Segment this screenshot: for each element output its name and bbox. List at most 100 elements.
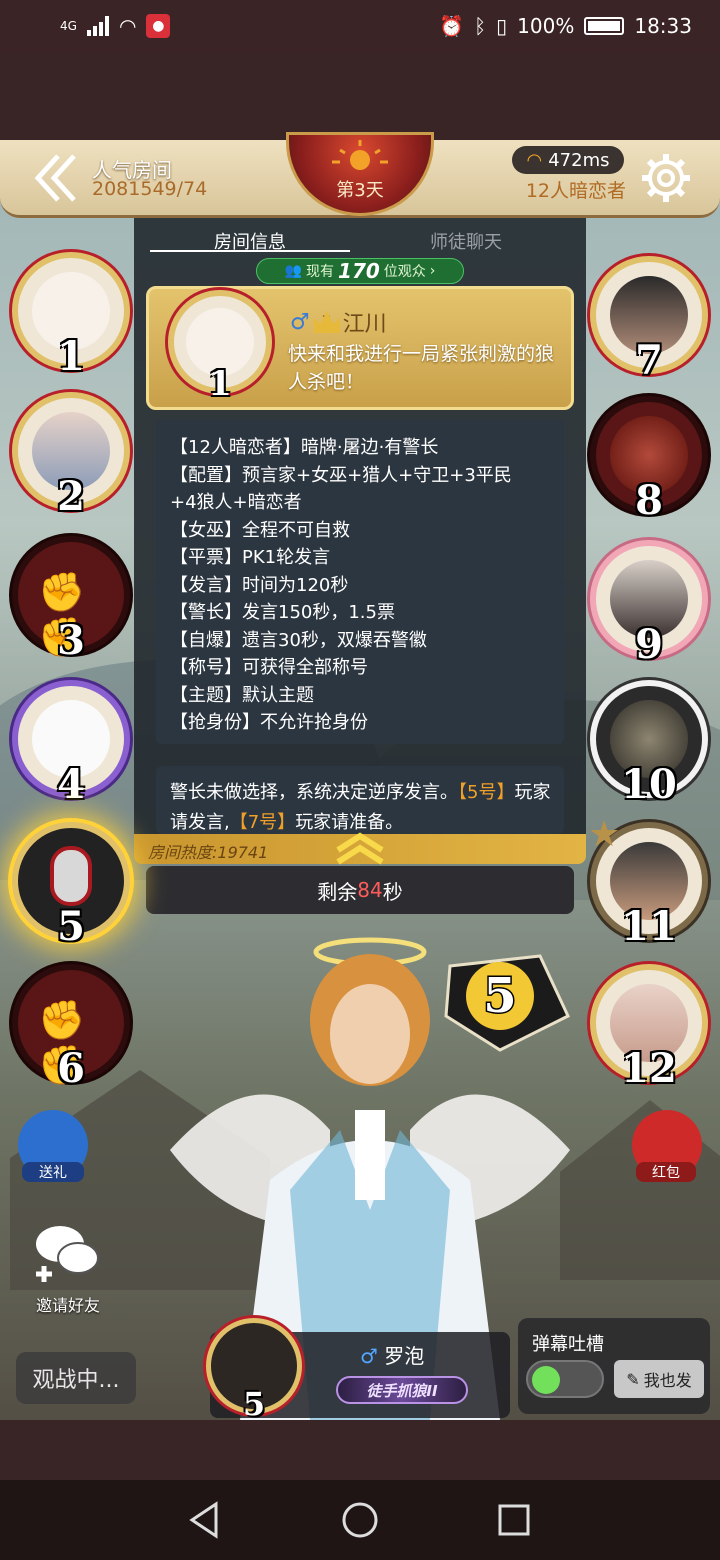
top-band <box>0 54 720 140</box>
rule-line: 【抢身份】不允许抢身份 <box>170 712 368 733</box>
seat-1[interactable]: 1 <box>12 252 130 380</box>
host-name-row: ♂ 7 江川 <box>290 306 387 338</box>
room-heat: 房间热度:19741 <box>148 843 269 862</box>
battery-icon <box>584 17 625 35</box>
seat-number: 4 <box>57 761 85 808</box>
current-speaker-avatar[interactable]: 5 <box>206 1318 302 1423</box>
barrage-send-label: 我也发 <box>643 1371 692 1390</box>
seat-11[interactable]: ★ 11 <box>588 814 708 950</box>
mic-recording-icon: ● <box>146 14 171 38</box>
seat-2[interactable]: 2 <box>12 392 130 520</box>
countdown-timer: 剩余 84 秒 <box>146 866 574 914</box>
tab-mentor-chat[interactable]: 师徒聊天 <box>430 228 502 254</box>
seat-9[interactable]: 9 <box>590 540 708 668</box>
wifi-icon: ◠ <box>526 149 543 171</box>
timer-prefix: 剩余 <box>317 879 358 904</box>
crown-icon <box>313 311 340 333</box>
home-nav-icon[interactable] <box>340 1500 380 1540</box>
rule-line: 【称号】可获得全部称号 <box>170 657 368 678</box>
spectating-button[interactable]: 观战中... <box>16 1352 136 1404</box>
rule-line: 【自爆】遗言30秒，双爆吞警徽 <box>170 629 427 651</box>
microphone-icon <box>50 846 92 906</box>
host-message: 快来和我进行一局紧张刺激的狼人杀吧！ <box>288 343 555 393</box>
rule-line: 【平票】PK1轮发言 <box>170 547 331 568</box>
seat-number: 12 <box>621 1045 677 1092</box>
host-seat-number: 1 <box>208 364 232 404</box>
player-title-badge: 徒手抓狼II <box>336 1376 468 1404</box>
notice-highlight: 【5号】 <box>458 782 515 803</box>
chevron-right-icon: › <box>429 263 436 279</box>
bottom-band <box>0 1420 720 1480</box>
seat-10[interactable]: 10 <box>590 680 708 808</box>
role-badge: 5 <box>444 954 570 1052</box>
male-icon: ♂ <box>360 1344 378 1368</box>
seat-6[interactable]: ✊✊ 6 <box>12 964 130 1092</box>
role-badge-number: 5 <box>483 968 516 1024</box>
barrage-send-button[interactable]: ✎ 我也发 <box>614 1360 704 1398</box>
people-icon: 👥 <box>284 263 303 279</box>
rule-line: 【发言】时间为120秒 <box>170 574 349 596</box>
gear-icon[interactable] <box>638 150 694 206</box>
seat-number: 3 <box>57 617 85 664</box>
male-icon: ♂ <box>290 309 310 335</box>
viewer-number: 170 <box>338 259 380 283</box>
host-name: 江川 <box>342 312 387 337</box>
seat-8[interactable]: 8 <box>590 396 708 524</box>
rule-line: 【警长】发言150秒，1.5票 <box>170 602 395 623</box>
gift-label[interactable]: 送礼 <box>22 1162 84 1182</box>
speaker-name: 罗泡 <box>384 1344 425 1368</box>
seat-number: 1 <box>57 333 85 380</box>
day-label: 第3天 <box>336 180 384 201</box>
current-speaker-name: ♂ 罗泡 <box>360 1340 424 1369</box>
back-nav-icon[interactable] <box>186 1500 226 1540</box>
viewer-count[interactable]: 👥 现有 170 位观众 › <box>256 258 464 284</box>
notice-text: 玩家请准备。 <box>295 812 404 833</box>
sun-icon <box>332 140 388 170</box>
chevron-up-icon[interactable] <box>334 832 386 866</box>
seat-number: 9 <box>635 621 663 668</box>
seat-7[interactable]: 7 <box>590 256 708 384</box>
seat-number: 5 <box>57 903 85 950</box>
host-avatar: 1 <box>168 290 272 404</box>
recents-nav-icon[interactable] <box>494 1500 534 1540</box>
ping-indicator: ◠ 472ms <box>512 146 624 174</box>
status-bar: 4G ◠ ● ⏰ ᛒ ▯ 100% 18:33 <box>0 0 720 54</box>
wechat-invite-icon[interactable] <box>34 1222 100 1284</box>
ping-value: 472ms <box>548 149 610 171</box>
rules-box: 【12人暗恋者】暗牌·屠边·有警长 【配置】预言家+女巫+猎人+守卫+3平民 +… <box>156 420 564 744</box>
barrage-title: 弹幕吐槽 <box>532 1334 604 1355</box>
tab-underline <box>150 250 350 252</box>
rule-line: 【配置】预言家+女巫+猎人+守卫+3平民 <box>170 464 512 486</box>
seat-number: 8 <box>635 477 663 524</box>
back-icon[interactable] <box>30 150 80 206</box>
alarm-icon: ⏰ <box>439 14 465 38</box>
seat-5[interactable]: 5 <box>12 822 130 950</box>
battery-percent: 100% <box>517 14 575 38</box>
barrage-toggle[interactable] <box>526 1360 604 1398</box>
room-id: 2081549/74 <box>92 178 208 200</box>
notice-text: 警长未做选择，系统决定逆序发言。 <box>170 782 458 803</box>
rule-line: 【女巫】全程不可自救 <box>170 519 350 541</box>
rule-line: 【主题】默认主题 <box>170 684 314 706</box>
red-packet-label[interactable]: 红包 <box>636 1162 696 1182</box>
viewer-prefix: 现有 <box>306 264 335 280</box>
timer-seconds: 84 <box>357 878 383 902</box>
notice-highlight: 【7号】 <box>229 812 296 833</box>
network-type: 4G <box>60 19 77 33</box>
rule-line: +4狼人+暗恋者 <box>170 492 302 513</box>
bluetooth-icon: ᛒ <box>474 14 487 38</box>
seat-12[interactable]: 12 <box>590 964 708 1092</box>
seat-3[interactable]: ✊✊ 3 <box>12 536 130 664</box>
seat-number: 11 <box>621 903 677 950</box>
seat-number: 10 <box>621 761 677 808</box>
pencil-icon: ✎ <box>626 1369 640 1389</box>
game-mode: 12人暗恋者 <box>525 180 626 202</box>
rule-line: 【12人暗恋者】暗牌·屠边·有警长 <box>170 437 439 458</box>
clock: 18:33 <box>634 14 692 38</box>
toggle-knob <box>532 1366 560 1394</box>
timer-suffix: 秒 <box>382 879 403 904</box>
signal-icon <box>86 16 109 36</box>
invite-friends-label[interactable]: 邀请好友 <box>18 1292 118 1316</box>
seat-4[interactable]: 4 <box>12 680 130 808</box>
speaker-seat-number: 5 <box>242 1385 266 1423</box>
